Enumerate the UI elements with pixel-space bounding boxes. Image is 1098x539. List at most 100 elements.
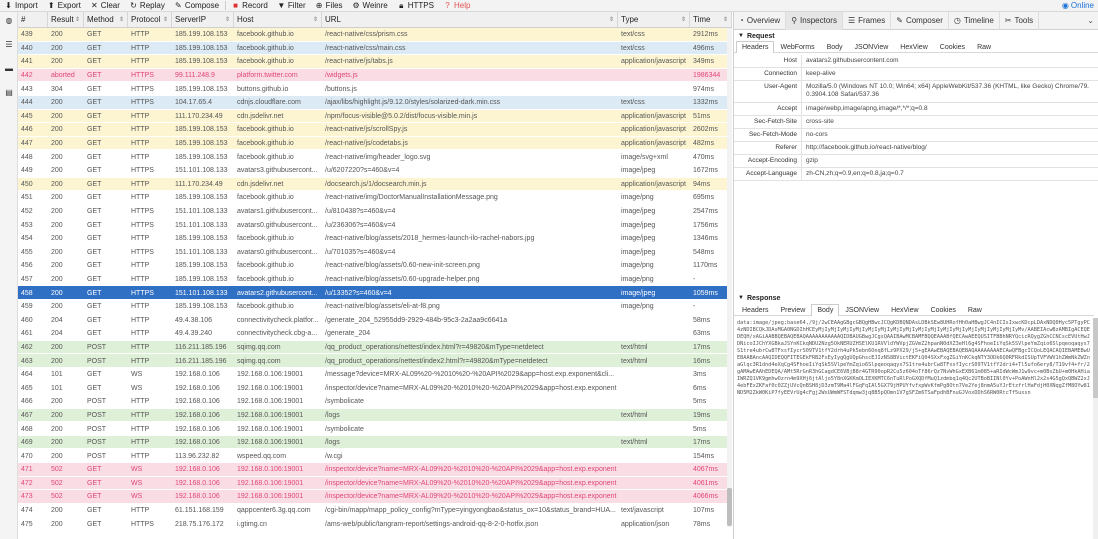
filter-button[interactable]: ▼ Filter bbox=[277, 0, 305, 11]
header-row[interactable]: Accept-Language zh-CN,zh;q=0.9,en;q=0.8,j… bbox=[734, 168, 1098, 182]
header-row[interactable]: User-Agent Mozilla/5.0 (Windows NT 10.0; … bbox=[734, 81, 1098, 103]
tab-composer[interactable]: ✎ Composer bbox=[891, 11, 949, 30]
table-row[interactable]: 464 101 GET WS 192.168.0.106 192.168.0.106:19… bbox=[18, 367, 732, 382]
column-header-host[interactable]: Host ⇕ bbox=[234, 12, 322, 27]
header-row[interactable]: Sec-Fetch-Mode no-cors bbox=[734, 128, 1098, 142]
table-row[interactable]: 467 200 POST HTTP 192.168.0.106 192.168.0.106… bbox=[18, 408, 732, 423]
table-row[interactable]: 440 200 GET HTTP 185.199.108.153 facebook.git… bbox=[18, 41, 732, 56]
tab-tools[interactable]: ✂ Tools bbox=[1000, 11, 1040, 30]
header-row[interactable]: Accept-Encoding gzip bbox=[734, 155, 1098, 169]
replay-button[interactable]: ↻ Replay bbox=[129, 0, 165, 11]
table-row[interactable]: 470 200 POST HTTP 113.96.232.82 wspeed.qq.com… bbox=[18, 449, 732, 463]
request-tab-hexview[interactable]: HexView bbox=[894, 41, 934, 53]
table-row[interactable]: 443 304 GET HTTPS 185.199.108.153 buttons.git… bbox=[18, 82, 732, 96]
header-row[interactable]: Sec-Fetch-Site cross-site bbox=[734, 115, 1098, 129]
https-button[interactable]: 🔒︎ HTTPS bbox=[397, 0, 434, 11]
session-list-scrollbar[interactable] bbox=[727, 28, 732, 527]
response-tab-body[interactable]: Body bbox=[811, 303, 840, 316]
request-tab-headers[interactable]: Headers bbox=[736, 40, 775, 53]
table-row[interactable]: 453 200 GET HTTPS 151.101.108.133 avatars0.gi… bbox=[18, 218, 732, 232]
header-row[interactable]: Accept image/webp,image/apng,image/*,*/*;… bbox=[734, 102, 1098, 116]
column-header-method[interactable]: Method ⇕ bbox=[84, 12, 128, 27]
request-tab-webforms[interactable]: WebForms bbox=[774, 41, 820, 53]
column-header-result[interactable]: Result ⇕ bbox=[48, 12, 84, 27]
table-row[interactable]: 457 200 GET HTTP 185.199.108.153 facebook.git… bbox=[18, 272, 732, 287]
table-row[interactable]: 448 200 GET HTTP 185.199.108.153 facebook.git… bbox=[18, 150, 732, 164]
response-tab-raw[interactable]: Raw bbox=[962, 304, 988, 316]
table-row[interactable]: 459 200 GET HTTP 185.199.108.153 facebook.git… bbox=[18, 299, 732, 314]
column-header-protocol[interactable]: Protocol ⇕ bbox=[128, 12, 172, 27]
table-row[interactable]: 445 200 GET HTTP 111.170.234.49 cdn.jsdelivr.… bbox=[18, 109, 732, 124]
cell-server-ip: 113.96.232.82 bbox=[175, 452, 220, 460]
response-section-title[interactable]: ▼ Response bbox=[734, 293, 1094, 303]
response-tab-headers[interactable]: Headers bbox=[736, 304, 774, 316]
request-tab-raw[interactable]: Raw bbox=[971, 41, 997, 53]
request-tab-body[interactable]: Body bbox=[821, 41, 849, 53]
table-row[interactable]: 447 200 GET HTTP 185.199.108.153 facebook.git… bbox=[18, 136, 732, 151]
compose-button[interactable]: ✎ Compose bbox=[174, 0, 219, 11]
header-row[interactable]: Referer http://facebook.github.io/react-n… bbox=[734, 141, 1098, 155]
response-tab-jsonview[interactable]: JSONView bbox=[839, 304, 885, 316]
table-row[interactable]: 462 200 POST HTTP 116.211.185.196 sqimg.qq.co… bbox=[18, 340, 732, 355]
table-row[interactable]: 456 200 GET HTTP 185.199.108.153 facebook.git… bbox=[18, 259, 732, 273]
table-row[interactable]: 441 200 GET HTTP 185.199.108.153 facebook.git… bbox=[18, 55, 732, 69]
table-row[interactable]: 454 200 GET HTTP 185.199.108.153 facebook.git… bbox=[18, 231, 732, 246]
clear-button[interactable]: ✕ Clear bbox=[90, 0, 120, 11]
table-row[interactable]: 452 200 GET HTTPS 151.101.108.133 avatars1.gi… bbox=[18, 204, 732, 219]
column-header-type[interactable]: Type ⇕ bbox=[618, 12, 690, 27]
table-row[interactable]: 449 200 GET HTTPS 151.101.108.133 avatars3.gi… bbox=[18, 163, 732, 178]
table-row[interactable]: 460 204 GET HTTP 49.4.38.106 connectivitychec… bbox=[18, 313, 732, 328]
tab-frames[interactable]: ☰ Frames bbox=[843, 11, 892, 30]
chevron-down-icon[interactable]: ⌄ bbox=[1087, 16, 1094, 25]
request-tab-jsonview[interactable]: JSONView bbox=[849, 41, 895, 53]
response-tab-hexview[interactable]: HexView bbox=[885, 304, 925, 316]
table-row[interactable]: 455 200 GET HTTPS 151.101.108.133 avatars0.gi… bbox=[18, 245, 732, 260]
tab-timeline[interactable]: ◷ Timeline bbox=[949, 11, 1000, 30]
table-row[interactable]: 475 200 GET HTTPS 218.75.176.172 i.gtimg.cn/a… bbox=[18, 517, 732, 531]
tab-overview[interactable]: ◔ Overview bbox=[734, 11, 787, 30]
response-body-text[interactable]: data:image/jpeg;base64,/9j/2wCEAAgGBgcGB… bbox=[734, 318, 1094, 539]
response-scrollbar[interactable] bbox=[1093, 318, 1098, 539]
table-row[interactable]: 461 204 GET HTTP 49.4.39.240 connectivitychec… bbox=[18, 327, 732, 341]
table-row[interactable]: 446 200 GET HTTP 185.199.108.153 facebook.git… bbox=[18, 123, 732, 137]
network-icon[interactable]: ◍ bbox=[4, 16, 14, 25]
header-row[interactable]: Host avatars2.githubusercontent.com bbox=[734, 55, 1098, 69]
table-row[interactable]: 465 101 GET WS 192.168.0.106 192.168.0.106:19… bbox=[18, 381, 732, 396]
table-row-selected[interactable]: 458 200 GET HTTPS 151.101.108.133 avatars2.gi… bbox=[18, 286, 732, 300]
table-row[interactable]: 472 502 GET WS 192.168.0.106 192.168.0.106:19… bbox=[18, 476, 732, 491]
column-header-url[interactable]: URL ⇕ bbox=[322, 12, 618, 27]
scrollbar-thumb[interactable] bbox=[1093, 318, 1098, 398]
table-row[interactable]: 474 200 GET HTTP 61.151.168.159 qappcenter6.3… bbox=[18, 503, 732, 518]
scrollbar-thumb[interactable] bbox=[727, 488, 732, 526]
response-tab-preview[interactable]: Preview bbox=[774, 304, 811, 316]
column-header-time[interactable]: Time ⇕ bbox=[690, 12, 732, 27]
tab-inspectors[interactable]: ⚲ Inspectors bbox=[786, 11, 843, 30]
table-row[interactable]: 439 200 GET HTTP 185.199.108.153 facebook.git… bbox=[18, 28, 732, 42]
rules-icon[interactable]: ☰ bbox=[4, 40, 14, 49]
plugins-icon[interactable]: ▤ bbox=[4, 88, 14, 97]
weinre-button[interactable]: ⚙ Weinre bbox=[352, 0, 387, 11]
help-button[interactable]: ? Help bbox=[443, 0, 470, 11]
online-status[interactable]: ◉ Online bbox=[1062, 0, 1094, 11]
table-row[interactable]: 469 200 POST HTTP 192.168.0.106 192.168.0.106… bbox=[18, 435, 732, 450]
table-row[interactable]: 444 200 GET HTTPS 104.17.65.4 cdnjs.cloudflar… bbox=[18, 95, 732, 110]
table-row[interactable]: 450 200 GET HTTP 111.170.234.49 cdn.jsdelivr.… bbox=[18, 177, 732, 192]
table-row[interactable]: 442 aborted GET HTTPS 99.111.248.9 platform.t… bbox=[18, 68, 732, 83]
response-tab-cookies[interactable]: Cookies bbox=[925, 304, 962, 316]
header-row[interactable]: Connection keep-alive bbox=[734, 68, 1098, 82]
column-header-server-ip[interactable]: ServerIP ⇕ bbox=[172, 12, 234, 27]
table-row[interactable]: 451 200 GET HTTP 185.199.108.153 facebook.git… bbox=[18, 191, 732, 205]
table-row[interactable]: 471 502 GET WS 192.168.0.106 192.168.0.106:19… bbox=[18, 463, 732, 477]
request-section-title[interactable]: ▼ Request bbox=[734, 31, 1098, 41]
import-button[interactable]: ⬇ Import bbox=[4, 0, 38, 11]
export-button[interactable]: ⬆ Export bbox=[47, 0, 81, 11]
request-tab-cookies[interactable]: Cookies bbox=[934, 41, 971, 53]
table-row[interactable]: 473 502 GET WS 192.168.0.106 192.168.0.106:19… bbox=[18, 490, 732, 504]
column-header-number[interactable]: # bbox=[18, 12, 48, 27]
record-button[interactable]: ■ Record bbox=[231, 0, 268, 11]
files-button[interactable]: ⊕ Files bbox=[315, 0, 343, 11]
table-row[interactable]: 463 200 POST HTTP 116.211.185.196 sqimg.qq.co… bbox=[18, 354, 732, 368]
table-row[interactable]: 466 200 POST HTTP 192.168.0.106 192.168.0.106… bbox=[18, 395, 732, 409]
folder-icon[interactable]: ▬ bbox=[4, 64, 14, 73]
table-row[interactable]: 468 200 POST HTTP 192.168.0.106 192.168.0.106… bbox=[18, 422, 732, 436]
